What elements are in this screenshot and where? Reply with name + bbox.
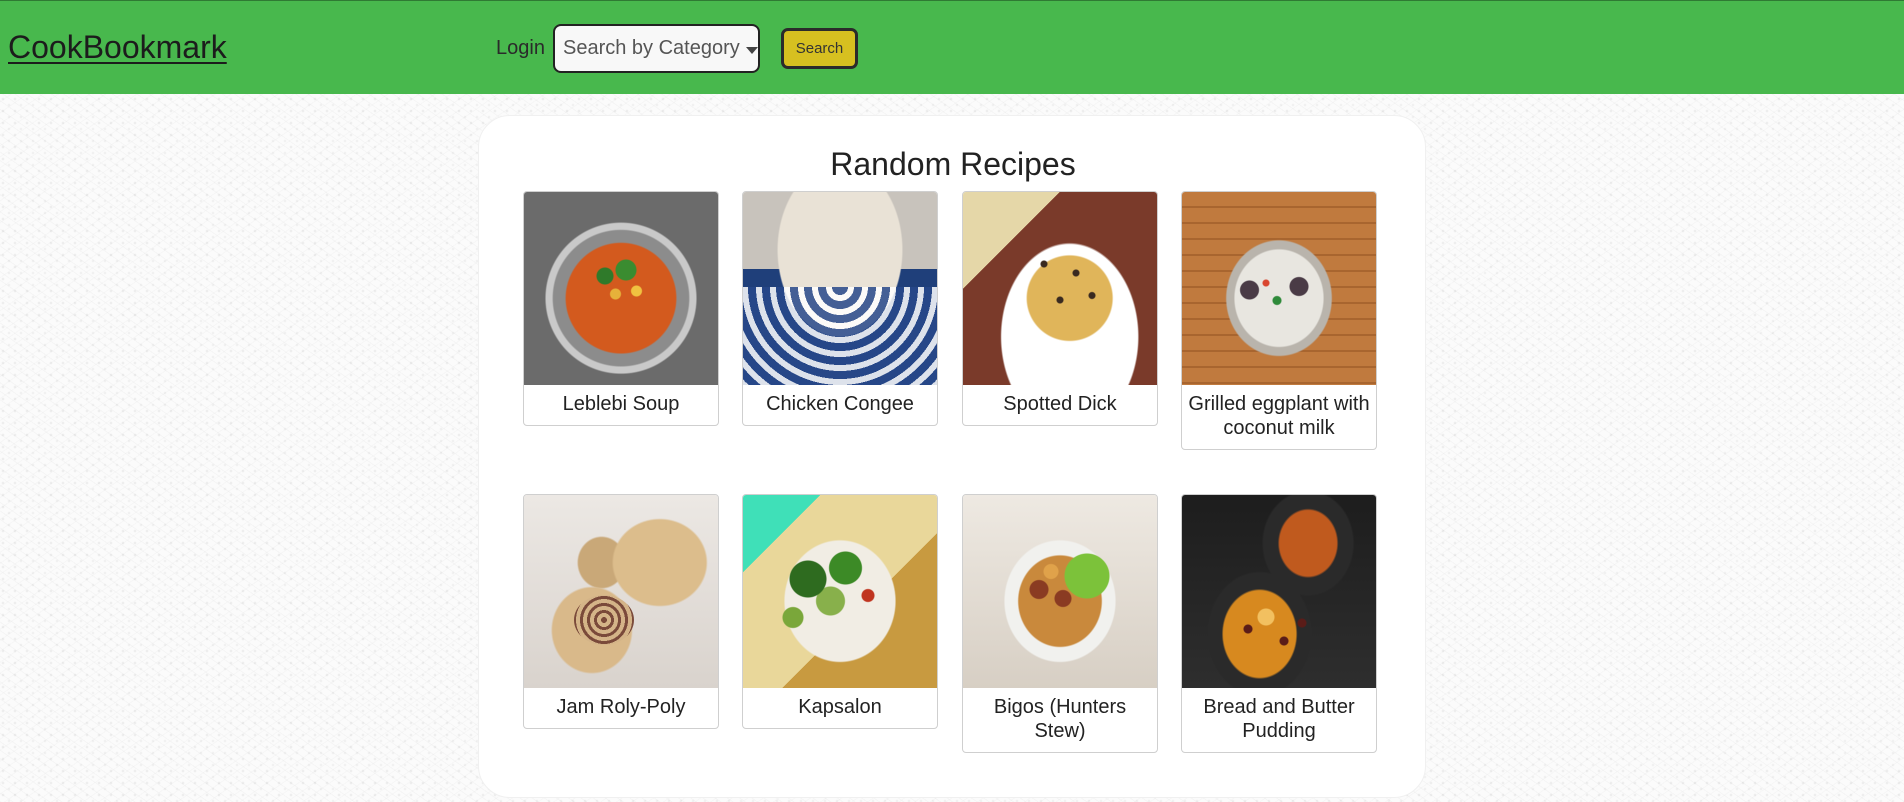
recipe-card-kapsalon[interactable]: Kapsalon <box>742 494 938 729</box>
recipe-card-chicken-congee[interactable]: Chicken Congee <box>742 191 938 426</box>
recipe-thumbnail <box>1182 192 1376 385</box>
recipe-thumbnail <box>524 495 718 688</box>
page-title: Random Recipes <box>830 146 1076 182</box>
chevron-down-icon <box>745 46 758 54</box>
recipe-card-spotted-dick[interactable]: Spotted Dick <box>962 191 1158 426</box>
recipe-thumbnail <box>963 495 1157 688</box>
recipe-title: Chicken Congee <box>766 393 914 415</box>
recipe-card-grilled-eggplant[interactable]: Grilled eggplant with coconut milk <box>1181 191 1377 450</box>
recipe-title: Grilled eggplant with coconut milk <box>1188 393 1370 439</box>
recipe-thumbnail <box>524 192 718 385</box>
recipe-title: Jam Roly-Poly <box>556 696 686 718</box>
recipe-thumbnail <box>1182 495 1376 688</box>
recipe-title: Kapsalon <box>798 696 882 718</box>
recipe-card-leblebi-soup[interactable]: Leblebi Soup <box>523 191 719 426</box>
recipe-card-bread-butter-pudding[interactable]: Bread and Butter Pudding <box>1181 494 1377 753</box>
recipe-card-bigos[interactable]: Bigos (Hunters Stew) <box>962 494 1158 753</box>
recipe-thumbnail <box>743 495 937 688</box>
login-link[interactable]: Login <box>496 37 545 60</box>
random-recipes-panel: Random Recipes Leblebi Soup Chicken Cong… <box>478 115 1426 798</box>
category-select-value: Search by Category <box>563 37 740 59</box>
top-navbar: CookBookmark Login Search by Category Se… <box>0 0 1904 94</box>
recipe-title: Bread and Butter Pudding <box>1203 696 1355 742</box>
recipe-title: Bigos (Hunters Stew) <box>993 696 1127 742</box>
recipe-thumbnail <box>963 192 1157 385</box>
recipe-card-jam-roly-poly[interactable]: Jam Roly-Poly <box>523 494 719 729</box>
recipe-title: Leblebi Soup <box>562 393 680 415</box>
category-select[interactable]: Search by Category <box>553 24 760 73</box>
recipe-title: Spotted Dick <box>1003 393 1117 415</box>
brand-logo-link[interactable]: CookBookmark <box>8 29 227 66</box>
search-button[interactable]: Search <box>781 28 858 69</box>
recipe-thumbnail <box>743 192 937 385</box>
